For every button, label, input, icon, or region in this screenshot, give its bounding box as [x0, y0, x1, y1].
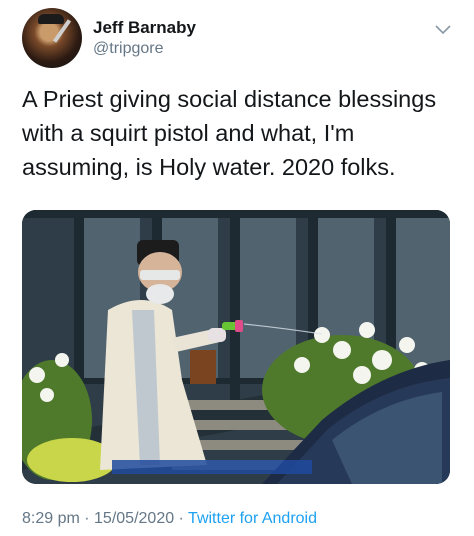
author-handle[interactable]: @tripgore	[93, 40, 164, 58]
tweet-photo[interactable]	[22, 210, 450, 484]
tweet-time[interactable]: 8:29 pm	[22, 510, 80, 527]
chevron-down-icon[interactable]	[434, 24, 452, 36]
tweet-footer: 8:29 pm · 15/05/2020 · Twitter for Andro…	[22, 510, 317, 528]
tweet-header: Jeff Barnaby @tripgore	[22, 8, 454, 68]
footer-separator: ·	[174, 510, 189, 527]
footer-separator: ·	[79, 510, 95, 527]
tweet-date[interactable]: 15/05/2020	[94, 510, 174, 527]
photo-illustration	[22, 210, 450, 484]
tweet-text: A Priest giving social distance blessing…	[22, 86, 437, 180]
tweet-source-link[interactable]: Twitter for Android	[188, 510, 317, 527]
avatar[interactable]	[22, 8, 82, 68]
author-name[interactable]: Jeff Barnaby	[93, 18, 196, 38]
